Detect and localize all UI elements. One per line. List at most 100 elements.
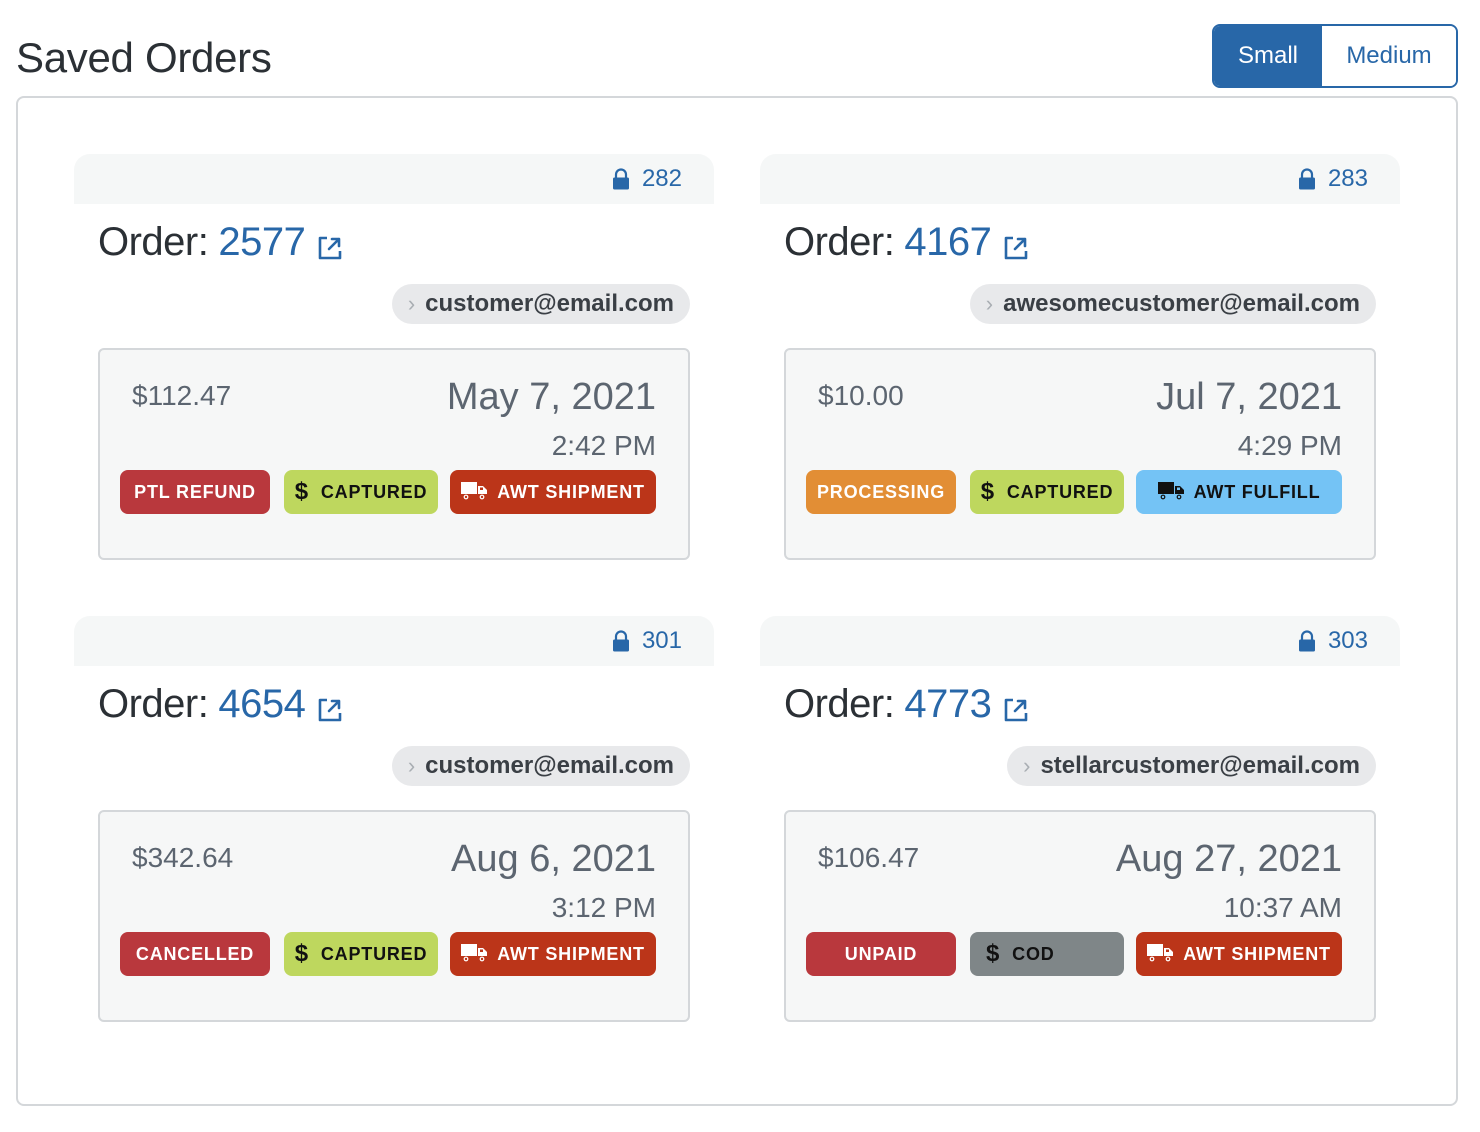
truck-icon [461,480,497,505]
card-header: 303 [760,616,1400,666]
order-date: Aug 6, 2021 [451,838,656,880]
customer-email-pill[interactable]: › awesomecustomer@email.com [969,284,1376,324]
dollar-icon: $ [294,940,309,967]
order-label: Order: [98,682,209,726]
payment-status-badge: $ CAPTURED [284,470,438,514]
badge-label: AWT SHIPMENT [497,943,645,964]
order-date: Aug 27, 2021 [1115,838,1342,880]
order-label: Order: [784,682,895,726]
size-option-small[interactable]: Small [1214,26,1322,86]
card-header: 283 [760,154,1400,204]
truck-icon [1157,480,1194,505]
customer-email-pill[interactable]: › customer@email.com [391,746,690,786]
lock-id[interactable]: 303 [1328,627,1368,655]
order-number-link[interactable]: 4167 [904,220,991,265]
customer-email-pill[interactable]: › stellarcustomer@email.com [1007,746,1376,786]
shipping-status-badge: AWT FULFILL [1136,470,1342,514]
customer-email-pill[interactable]: › customer@email.com [391,284,690,324]
badge-label: CAPTURED [1006,481,1114,502]
external-link-icon[interactable] [315,228,345,259]
lock-icon [1298,168,1316,190]
badge-label: COD [1012,943,1055,964]
order-title: Order: 2577 [98,220,345,265]
status-badges: PROCESSING $ CAPTURED AWT FULFILL [806,470,1342,514]
customer-email: customer@email.com [425,752,674,779]
status-badges: UNPAID $ COD AWT SHIPMENT [806,932,1342,976]
order-label: Order: [784,220,895,264]
card-header: 282 [74,154,714,204]
order-status-badge: UNPAID [806,932,956,976]
size-option-medium[interactable]: Medium [1322,26,1456,86]
lock-icon [1298,630,1316,652]
shipping-status-badge: AWT SHIPMENT [450,470,656,514]
lock-id[interactable]: 283 [1328,165,1368,193]
chevron-right-icon: › [407,753,416,778]
order-label: Order: [98,220,209,264]
order-title: Order: 4773 [784,682,1031,727]
customer-email: awesomecustomer@email.com [1003,290,1360,317]
order-time: 10:37 AM [1223,892,1342,923]
size-toggle: Small Medium [1212,24,1458,88]
dollar-icon: $ [294,478,309,505]
chevron-right-icon: › [1023,753,1031,778]
customer-email: customer@email.com [425,290,674,317]
order-time: 2:42 PM [551,430,656,461]
chevron-right-icon: › [407,291,416,316]
badge-label: CAPTURED [320,943,428,964]
payment-status-badge: $ CAPTURED [970,470,1124,514]
dollar-icon: $ [980,478,995,505]
order-number-link[interactable]: 2577 [218,220,305,265]
order-status-badge: PROCESSING [806,470,956,514]
badge-label: CANCELLED [135,943,255,964]
order-title: Order: 4654 [98,682,345,727]
shipping-status-badge: AWT SHIPMENT [1136,932,1342,976]
order-detail-box: $106.47 Aug 27, 2021 10:37 AM UNPAID $ CO… [784,810,1376,1022]
lock-id[interactable]: 282 [642,165,682,193]
lock-id[interactable]: 301 [642,627,682,655]
order-amount: $342.64 [132,842,234,873]
badge-label: AWT SHIPMENT [1183,943,1331,964]
order-time: 3:12 PM [551,892,656,923]
badge-label: PTL REFUND [134,481,256,502]
page-title: Saved Orders [16,34,272,81]
order-number-link[interactable]: 4654 [218,682,305,727]
status-badges: CANCELLED $ CAPTURED AWT SHIPMENT [120,932,656,976]
order-date: May 7, 2021 [446,376,656,418]
order-amount: $106.47 [818,842,920,873]
payment-status-badge: $ CAPTURED [284,932,438,976]
customer-email: stellarcustomer@email.com [1040,752,1360,779]
order-title: Order: 4167 [784,220,1031,265]
truck-icon [461,942,497,967]
order-detail-box: $112.47 May 7, 2021 2:42 PM PTL REFUND $… [98,348,690,560]
order-amount: $112.47 [132,380,232,411]
badge-label: AWT FULFILL [1193,481,1321,502]
lock-icon [612,168,630,190]
status-badges: PTL REFUND $ CAPTURED AWT SHIPMENT [120,470,656,514]
order-detail-box: $10.00 Jul 7, 2021 4:29 PM PROCESSING $ C… [784,348,1376,560]
order-card: 301 Order: 4654 › customer@email.com $34… [74,616,714,1022]
lock-icon [612,630,630,652]
badge-label: PROCESSING [816,481,946,502]
chevron-right-icon: › [985,291,994,316]
order-card: 303 Order: 4773 › stellarcustomer@email.… [760,616,1400,1022]
external-link-icon[interactable] [1001,228,1031,259]
payment-status-badge: $ COD [970,932,1124,976]
badge-label: UNPAID [844,943,918,964]
order-detail-box: $342.64 Aug 6, 2021 3:12 PM CANCELLED $ C… [98,810,690,1022]
truck-icon [1147,942,1183,967]
card-header: 301 [74,616,714,666]
order-date: Jul 7, 2021 [1156,376,1342,418]
order-amount: $10.00 [818,380,904,411]
external-link-icon[interactable] [315,690,345,721]
order-card: 283 Order: 4167 › awesomecustomer@email.… [760,154,1400,560]
shipping-status-badge: AWT SHIPMENT [450,932,656,976]
order-status-badge: CANCELLED [120,932,270,976]
order-time: 4:29 PM [1237,430,1342,461]
saved-orders-panel: 282 Order: 2577 › customer@email.com $11… [16,96,1458,1106]
badge-label: AWT SHIPMENT [497,481,645,502]
external-link-icon[interactable] [1001,690,1031,721]
order-number-link[interactable]: 4773 [904,682,991,727]
dollar-icon: $ [986,940,1001,967]
order-status-badge: PTL REFUND [120,470,270,514]
badge-label: CAPTURED [320,481,428,502]
